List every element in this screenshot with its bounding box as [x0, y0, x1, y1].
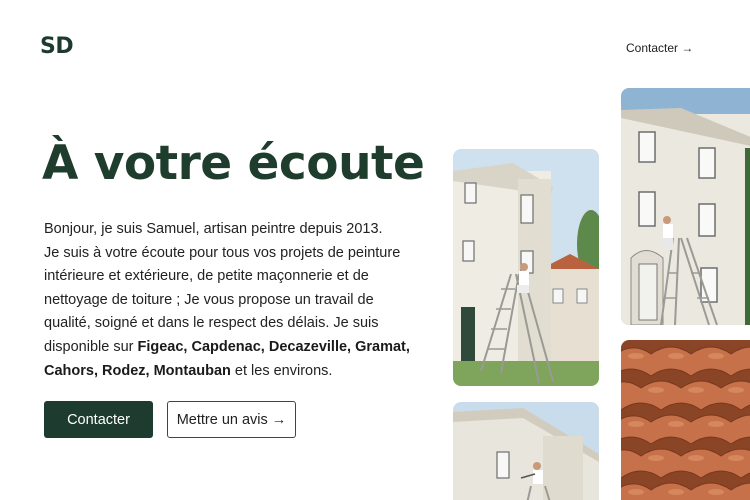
intro-text: disponible sur	[44, 338, 138, 355]
photo-roof-tiles-image	[621, 340, 750, 500]
intro-line: qualité, soigné et dans le respect des d…	[44, 315, 379, 332]
photo-roof-tiles	[621, 340, 750, 500]
logo[interactable]: SD	[40, 34, 74, 59]
photo-painter-facade	[621, 88, 750, 325]
intro-line: Bonjour, je suis Samuel, artisan peintre…	[44, 221, 383, 237]
intro-line: nettoyage de toiture ; Je vous propose u…	[44, 291, 374, 308]
header-contact-link[interactable]: Contacter →	[626, 41, 693, 55]
contact-button[interactable]: Contacter	[44, 401, 153, 438]
intro-line: Je suis à votre écoute pour tous vos pro…	[44, 244, 401, 261]
intro-line: intérieure et extérieure, de petite maço…	[44, 268, 369, 285]
photo-painter-roof	[453, 402, 599, 500]
intro-paragraph: Bonjour, je suis Samuel, artisan peintre…	[44, 218, 416, 383]
photo-painter-house-image	[453, 149, 599, 386]
intro-cities: Figeac, Capdenac, Decazeville, Gramat,	[137, 338, 410, 355]
hero-title: À votre écoute	[42, 136, 425, 191]
intro-text: et les environs.	[230, 362, 333, 379]
leave-review-button[interactable]: Mettre un avis →	[167, 401, 296, 438]
intro-cities: Cahors, Rodez, Montauban	[44, 362, 231, 379]
photo-painter-facade-image	[621, 88, 750, 325]
photo-painter-roof-image	[453, 402, 599, 500]
intro-line: Cahors, Rodez, Montauban et les environs…	[44, 360, 416, 384]
photo-painter-house	[453, 149, 599, 386]
intro-line: disponible sur Figeac, Capdenac, Decazev…	[44, 336, 416, 360]
